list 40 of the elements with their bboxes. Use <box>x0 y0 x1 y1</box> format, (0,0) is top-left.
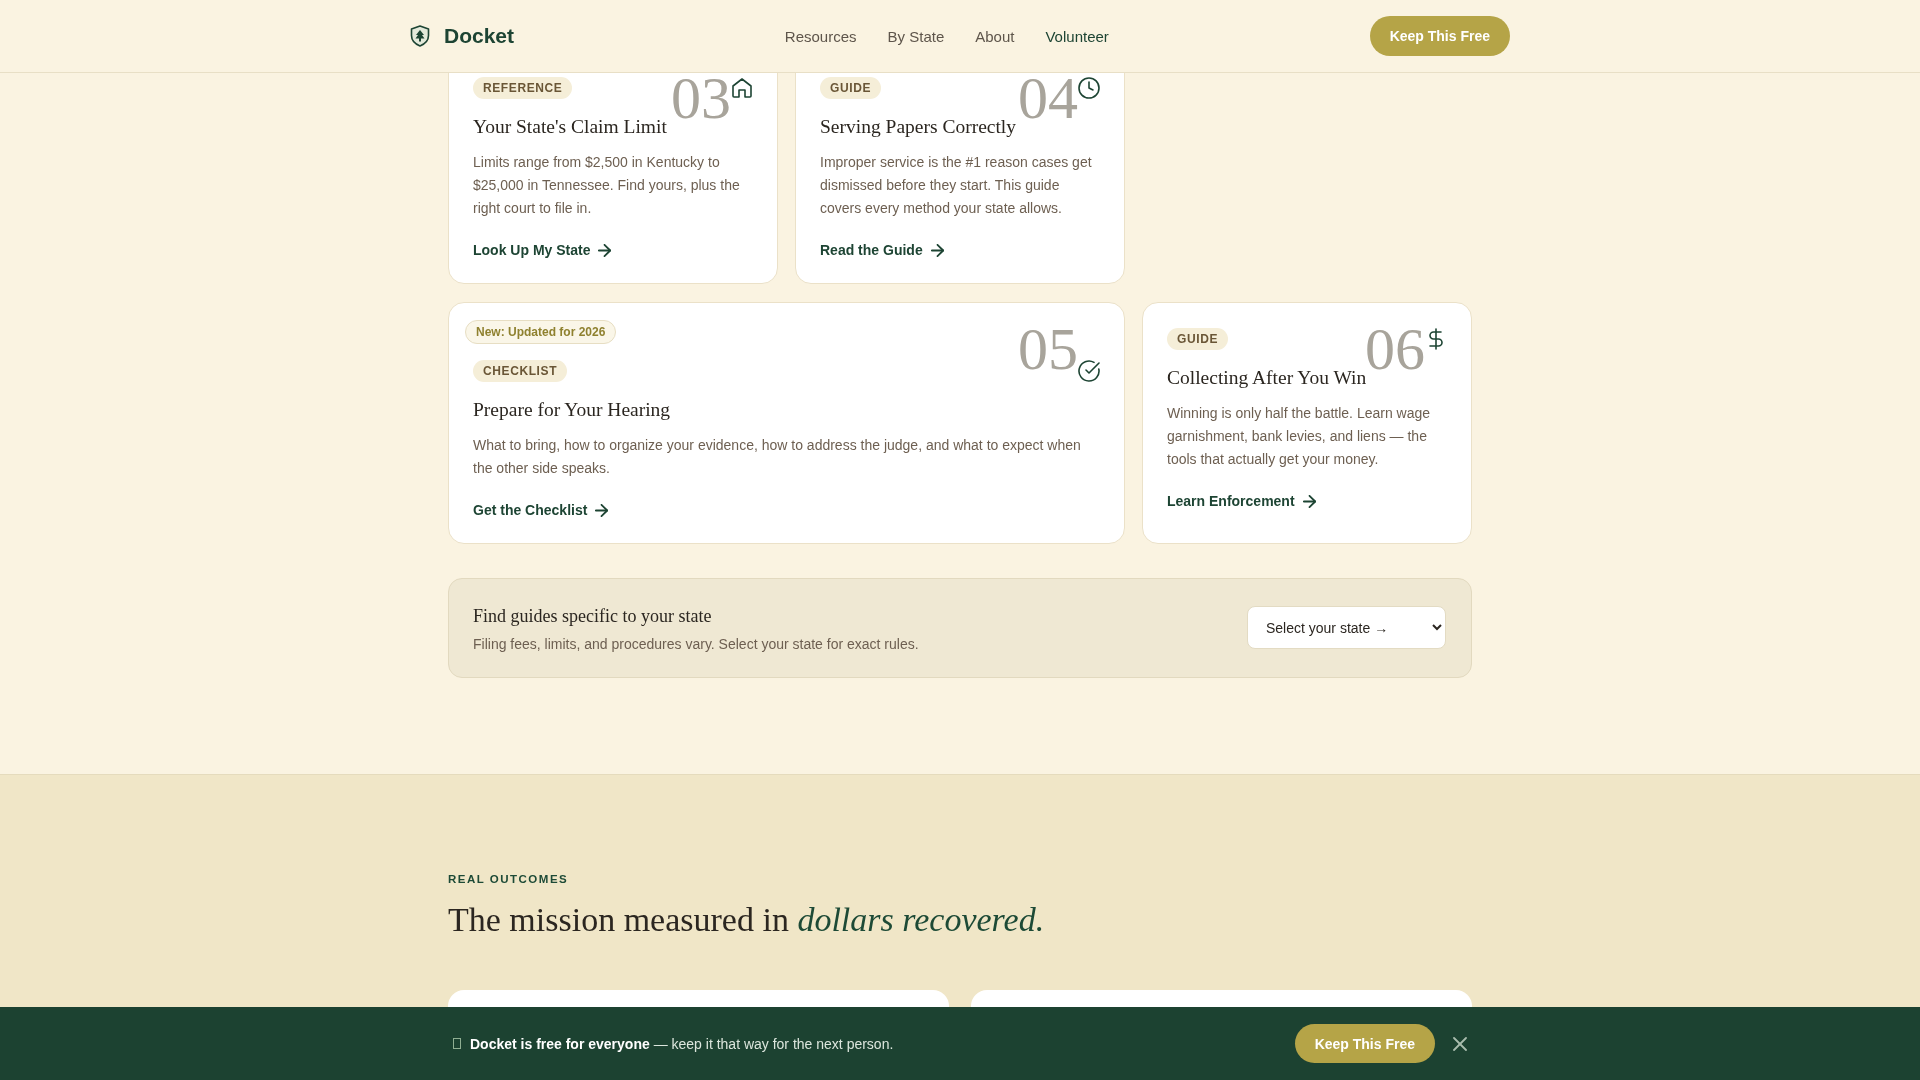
card-number: 05 <box>1018 328 1078 370</box>
finder-title: Find guides specific to your state <box>473 605 713 627</box>
card-link[interactable]: Get the Checklist <box>473 501 609 519</box>
card-description: Limits range from $2,500 in Kentucky to $25,000 in Tennessee. Find yours, plus the right court to file in. <box>473 153 741 218</box>
shield-logo-icon <box>410 25 430 47</box>
category-tag: CHECKLIST <box>473 360 568 382</box>
clock-icon <box>1078 77 1100 99</box>
state-select[interactable]: Select your state → <box>1247 606 1446 649</box>
card-title: Prepare for Your Hearing <box>473 398 671 422</box>
update-notice-tag: New: Updated for 2026 <box>465 320 617 344</box>
card-number: 03 <box>671 77 731 119</box>
category-tag: GUIDE <box>820 77 881 99</box>
section-eyebrow: REAL OUTCOMES <box>448 872 570 887</box>
nav-link[interactable]: Volunteer <box>1045 27 1109 45</box>
card-title: Collecting After You Win <box>1167 366 1367 390</box>
close-icon[interactable] <box>1453 1036 1467 1051</box>
nav-link[interactable]: By State <box>887 27 945 45</box>
card-number: 04 <box>1018 77 1078 119</box>
circle-check-icon <box>1078 360 1100 382</box>
arrow-right-icon <box>598 243 612 257</box>
square-outline-icon <box>453 1038 461 1049</box>
category-tag: REFERENCE <box>473 77 573 99</box>
section-heading: The mission measured in dollars recovered. <box>448 900 1046 940</box>
card-title: Your State's Claim Limit <box>473 115 667 139</box>
nav-link[interactable]: Resources <box>784 27 857 45</box>
banner-message: Docket is free for everyone — keep it that way for the next person. <box>470 1035 894 1052</box>
nav-link[interactable]: About <box>975 27 1015 45</box>
card-title: Serving Papers Correctly <box>820 115 1017 139</box>
card-description: Improper service is the #1 reason cases get dismissed before they start. This guide covers every method your state allows. <box>820 153 1093 218</box>
card-link[interactable]: Read the Guide <box>820 241 944 259</box>
finder-description: Filing fees, limits, and procedures vary. Select your state for exact rules. <box>473 635 919 654</box>
brand-name[interactable]: Docket <box>444 24 515 48</box>
category-tag: GUIDE <box>1167 328 1228 350</box>
house-icon <box>731 77 753 99</box>
card-number: 06 <box>1365 328 1425 370</box>
card-link[interactable]: Learn Enforcement <box>1167 492 1316 510</box>
card-link[interactable]: Look Up My State <box>473 241 612 259</box>
card-description: Winning is only half the battle. Learn wage garnishment, bank levies, and liens — the tools that actually get your money. <box>1167 404 1432 469</box>
arrow-right-icon <box>930 243 944 257</box>
card-description: What to bring, how to organize your evidence, how to address the judge, and what to expect when the other side speaks. <box>473 436 1082 478</box>
